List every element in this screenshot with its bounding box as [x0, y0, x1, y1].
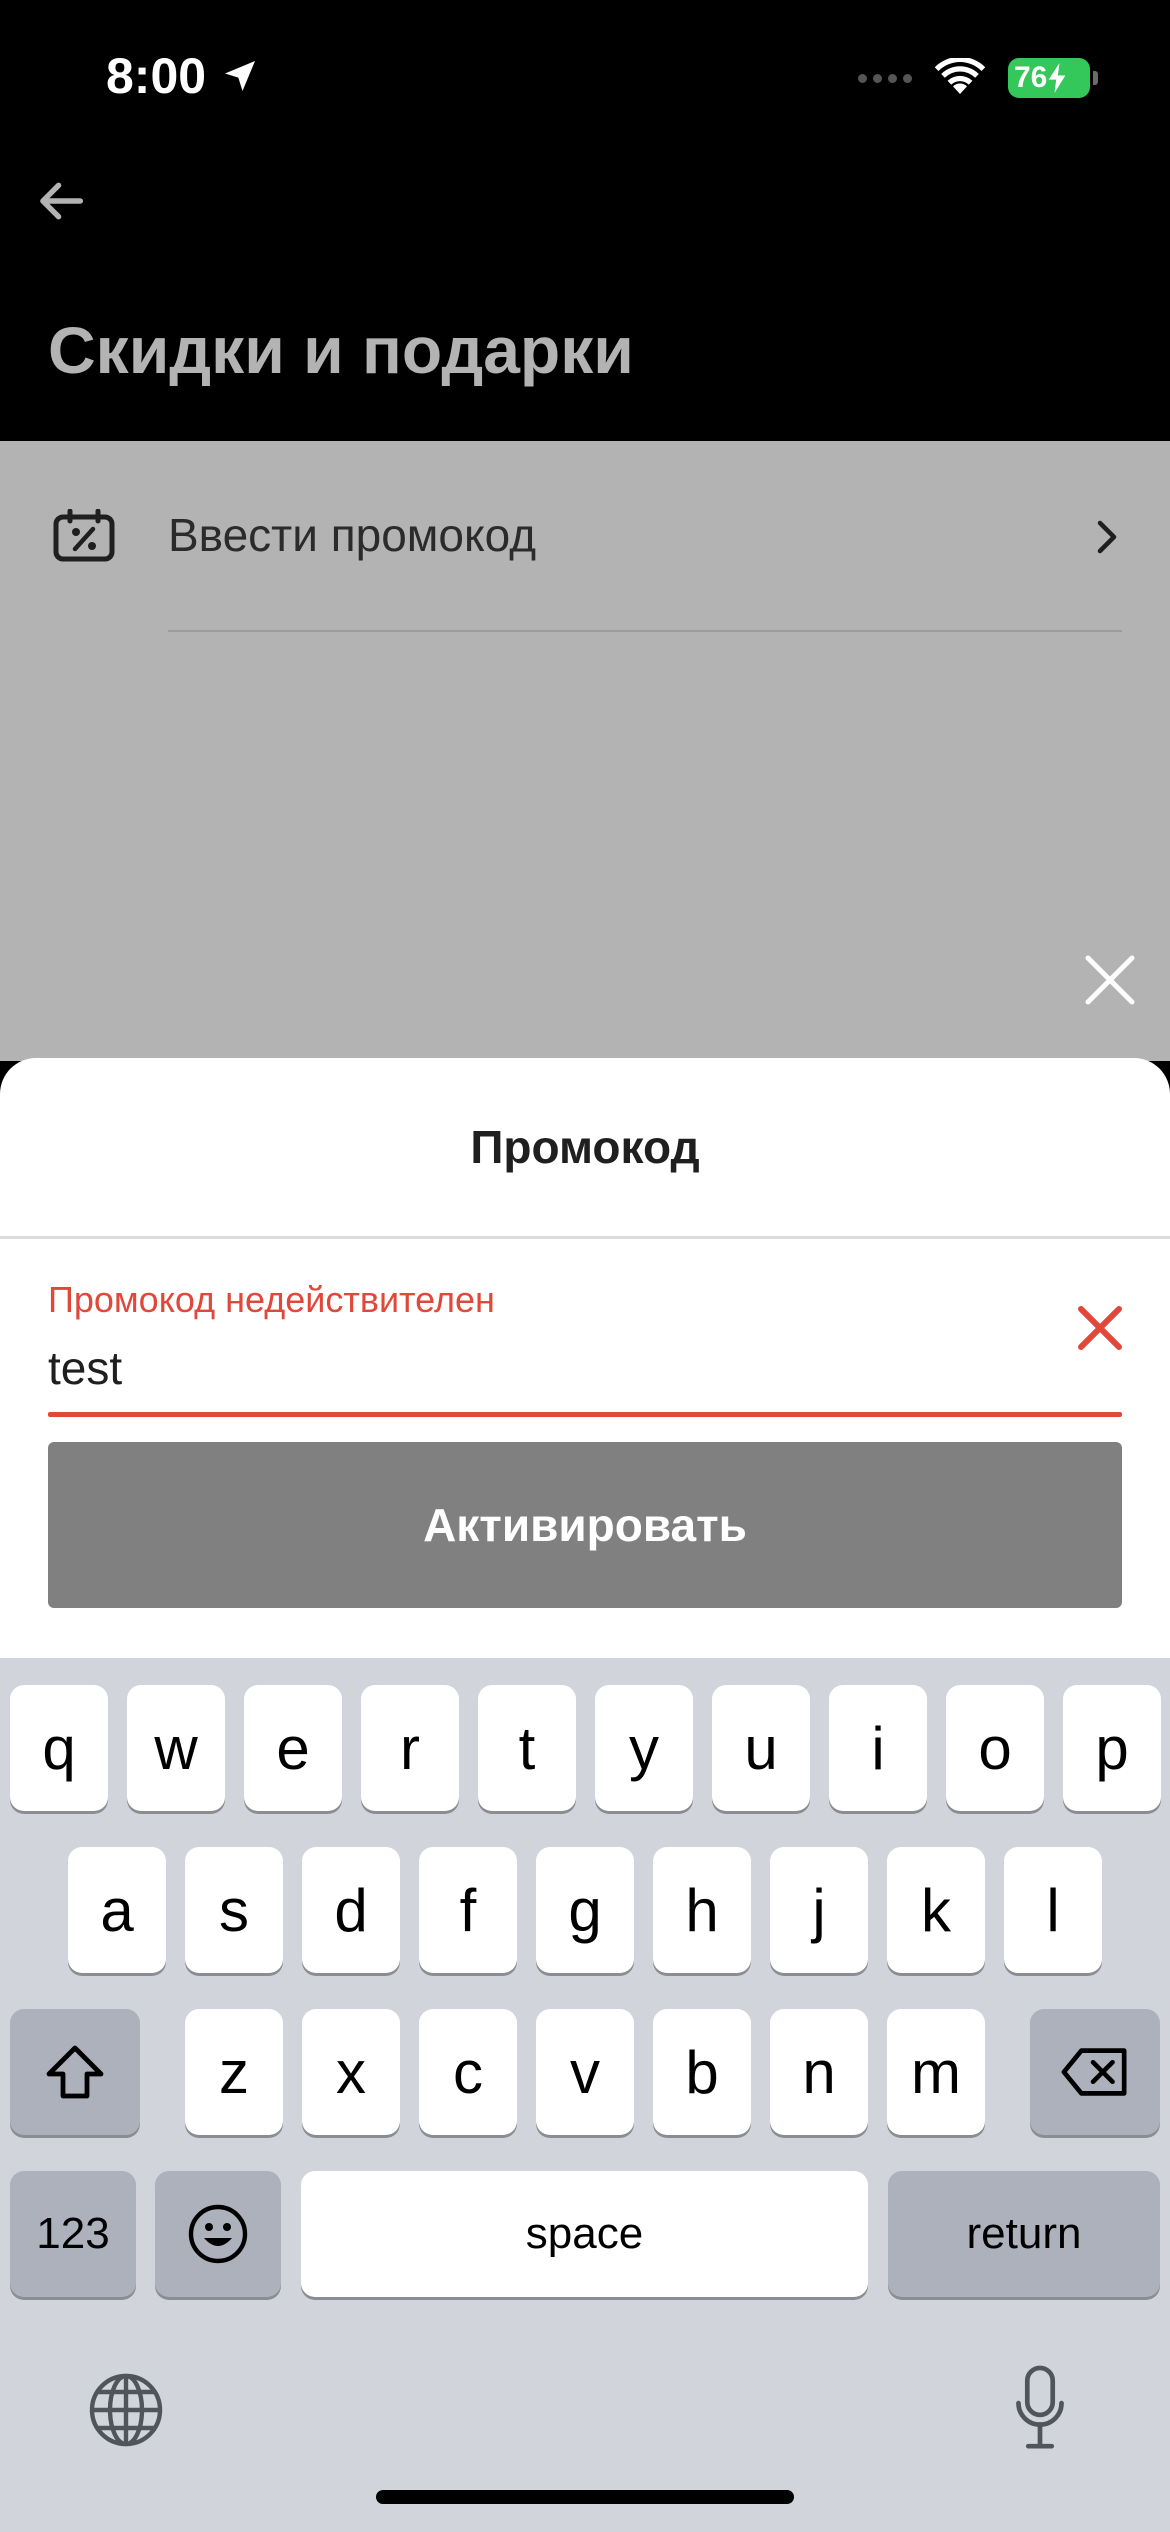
globe-icon[interactable] [86, 2370, 166, 2450]
key-d[interactable]: d [302, 1847, 400, 1973]
enter-promo-label: Ввести промокод [168, 509, 537, 561]
clear-input-icon[interactable] [1074, 1302, 1126, 1354]
cellular-signal-icon [858, 73, 912, 83]
key-a[interactable]: a [68, 1847, 166, 1973]
key-p[interactable]: p [1063, 1685, 1161, 1811]
key-y[interactable]: y [595, 1685, 693, 1811]
key-s[interactable]: s [185, 1847, 283, 1973]
battery-level: 76 [1014, 61, 1048, 94]
wifi-icon [934, 58, 986, 94]
key-m[interactable]: m [887, 2009, 985, 2135]
emoji-key[interactable] [155, 2171, 281, 2297]
status-bar-time: 8:00 [106, 44, 260, 108]
key-g[interactable]: g [536, 1847, 634, 1973]
charging-bolt-icon [1049, 63, 1066, 93]
key-v[interactable]: v [536, 2009, 634, 2135]
key-h[interactable]: h [653, 1847, 751, 1973]
key-u[interactable]: u [712, 1685, 810, 1811]
emoji-icon [188, 2204, 248, 2264]
space-key[interactable]: space [301, 2171, 868, 2297]
key-k[interactable]: k [887, 1847, 985, 1973]
key-q[interactable]: q [10, 1685, 108, 1811]
key-z[interactable]: z [185, 2009, 283, 2135]
key-f[interactable]: f [419, 1847, 517, 1973]
battery-indicator: 76 [1008, 58, 1098, 98]
shift-key[interactable] [10, 2009, 140, 2135]
close-sheet-icon[interactable] [1080, 950, 1140, 1010]
enter-promo-row[interactable]: Ввести промокод [0, 441, 1170, 632]
shift-arrow-icon [46, 2045, 104, 2099]
home-indicator [376, 2490, 794, 2504]
location-arrow-icon [225, 61, 256, 91]
row-divider [168, 630, 1122, 632]
promo-code-input[interactable] [48, 1336, 1008, 1400]
key-t[interactable]: t [478, 1685, 576, 1811]
page-title: Скидки и подарки [48, 313, 634, 387]
promo-error-message: Промокод недействителен [48, 1279, 495, 1320]
promo-code-sheet: Промокод Промокод недействителен Активир… [0, 1058, 1170, 1658]
key-c[interactable]: c [419, 2009, 517, 2135]
numbers-key[interactable]: 123 [10, 2171, 136, 2297]
back-arrow-icon[interactable] [32, 172, 90, 230]
sheet-title: Промокод [470, 1121, 700, 1173]
sheet-divider [0, 1236, 1170, 1239]
key-j[interactable]: j [770, 1847, 868, 1973]
key-b[interactable]: b [653, 2009, 751, 2135]
activate-button[interactable]: Активировать [48, 1442, 1122, 1608]
system-keyboard: q w e r t y u i o p a s d f g h j k l z … [0, 1658, 1170, 2532]
key-l[interactable]: l [1004, 1847, 1102, 1973]
key-w[interactable]: w [127, 1685, 225, 1811]
discount-ticket-icon [53, 509, 115, 562]
app-header: 8:00 76 Скидки и подарки [0, 0, 1170, 441]
key-i[interactable]: i [829, 1685, 927, 1811]
promo-input-underline [48, 1412, 1122, 1417]
status-time-text: 8:00 [106, 48, 207, 104]
key-e[interactable]: e [244, 1685, 342, 1811]
dimmed-page-content: Ввести промокод [0, 441, 1170, 1061]
return-key[interactable]: return [888, 2171, 1160, 2297]
backspace-key[interactable] [1030, 2009, 1160, 2135]
microphone-icon[interactable] [1012, 2364, 1068, 2454]
key-x[interactable]: x [302, 2009, 400, 2135]
key-o[interactable]: o [946, 1685, 1044, 1811]
backspace-icon [1061, 2048, 1127, 2096]
status-bar-indicators: 76 [858, 50, 1098, 106]
chevron-right-icon [1097, 520, 1117, 554]
key-r[interactable]: r [361, 1685, 459, 1811]
key-n[interactable]: n [770, 2009, 868, 2135]
